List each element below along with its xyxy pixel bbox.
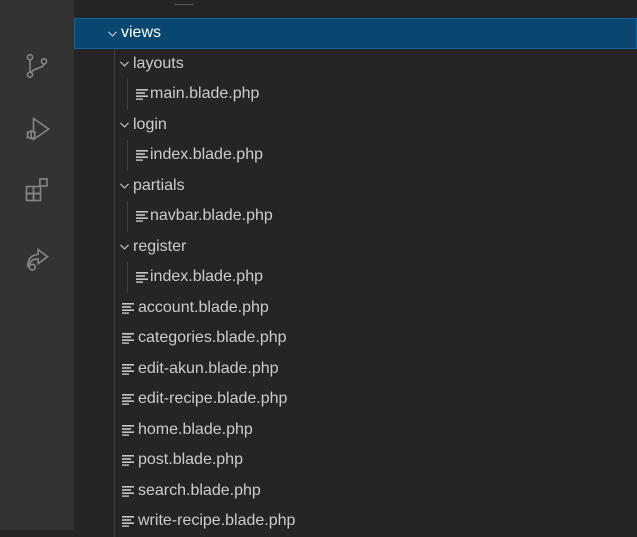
- indent-guide: [114, 323, 115, 354]
- file-lines-icon: [136, 79, 150, 109]
- indent-guide: [114, 48, 115, 79]
- chevron-down-icon[interactable]: [118, 49, 132, 79]
- tree-file-row[interactable]: navbar.blade.php: [74, 201, 637, 232]
- chevron-down-icon[interactable]: [118, 110, 132, 140]
- tree-file-row[interactable]: index.blade.php: [74, 262, 637, 293]
- chevron-down-icon[interactable]: [118, 171, 132, 201]
- tree-file-row[interactable]: index.blade.php: [74, 140, 637, 171]
- tree-file-row[interactable]: main.blade.php: [74, 79, 637, 110]
- indent-guide: [127, 262, 128, 293]
- tree-folder-row[interactable]: layouts: [74, 48, 637, 79]
- indent-guide: [114, 170, 115, 201]
- chevron-down-icon[interactable]: [106, 18, 120, 48]
- tree-folder-row[interactable]: views: [74, 18, 637, 49]
- explorer-panel: views layouts main.blade.php login index.bla…: [74, 0, 637, 537]
- indent-guide: [114, 231, 115, 262]
- indent-guide: [114, 353, 115, 384]
- extensions-icon[interactable]: [21, 174, 53, 206]
- tree-folder-row[interactable]: partials: [74, 170, 637, 201]
- tree-file-row[interactable]: edit-recipe.blade.php: [74, 384, 637, 415]
- file-label: edit-recipe.blade.php: [138, 390, 288, 407]
- file-label: index.blade.php: [150, 268, 263, 285]
- file-label: navbar.blade.php: [150, 207, 273, 224]
- file-lines-icon: [122, 506, 136, 536]
- indent-guide: [114, 262, 115, 293]
- indent-guide: [127, 79, 128, 110]
- file-label: main.blade.php: [150, 85, 260, 102]
- file-label: index.blade.php: [150, 146, 263, 163]
- file-lines-icon: [122, 476, 136, 506]
- indent-guide: [114, 292, 115, 323]
- folder-label: partials: [133, 176, 185, 194]
- file-lines-icon: [136, 201, 150, 231]
- run-debug-icon[interactable]: [21, 113, 53, 145]
- file-label: post.blade.php: [138, 451, 243, 468]
- source-control-icon[interactable]: [21, 50, 53, 82]
- scrolled-row-fragment: [74, 0, 637, 18]
- file-lines-icon: [122, 323, 136, 353]
- folder-label: views: [121, 24, 162, 41]
- indent-guide: [114, 384, 115, 415]
- indent-guide: [114, 475, 115, 506]
- indent-guide: [114, 201, 115, 232]
- file-tree: views layouts main.blade.php login index.bla…: [74, 18, 637, 537]
- folder-label: login: [133, 115, 167, 133]
- file-lines-icon: [122, 293, 136, 323]
- tree-file-row[interactable]: home.blade.php: [74, 414, 637, 445]
- indent-guide: [114, 140, 115, 171]
- file-label: edit-akun.blade.php: [138, 359, 279, 377]
- indent-guide: [127, 201, 128, 232]
- tree-file-row[interactable]: post.blade.php: [74, 445, 637, 476]
- tree-file-row[interactable]: account.blade.php: [74, 292, 637, 323]
- tree-file-row[interactable]: categories.blade.php: [74, 323, 637, 354]
- file-label: home.blade.php: [138, 420, 253, 438]
- file-label: search.blade.php: [138, 481, 261, 499]
- remote-share-icon[interactable]: [21, 243, 53, 275]
- file-lines-icon: [122, 445, 136, 475]
- indent-guide: [127, 140, 128, 171]
- file-lines-icon: [122, 415, 136, 445]
- tree-file-row[interactable]: edit-akun.blade.php: [74, 353, 637, 384]
- file-lines-icon: [122, 354, 136, 384]
- indent-guide: [114, 109, 115, 140]
- folder-label: layouts: [133, 54, 184, 72]
- chevron-down-icon[interactable]: [118, 232, 132, 262]
- tree-file-row[interactable]: write-recipe.blade.php: [74, 506, 637, 537]
- file-label: categories.blade.php: [138, 329, 287, 346]
- file-label: write-recipe.blade.php: [138, 512, 296, 529]
- tree-file-row[interactable]: search.blade.php: [74, 475, 637, 506]
- indent-guide: [114, 506, 115, 537]
- file-label: account.blade.php: [138, 298, 269, 316]
- file-lines-icon: [136, 140, 150, 170]
- indent-guide: [114, 445, 115, 476]
- file-lines-icon: [136, 262, 150, 292]
- tree-folder-row[interactable]: register: [74, 231, 637, 262]
- folder-label: register: [133, 237, 187, 255]
- tree-folder-row[interactable]: login: [74, 109, 637, 140]
- file-lines-icon: [122, 384, 136, 414]
- activity-bar: [0, 0, 74, 530]
- indent-guide: [114, 414, 115, 445]
- indent-guide: [114, 79, 115, 110]
